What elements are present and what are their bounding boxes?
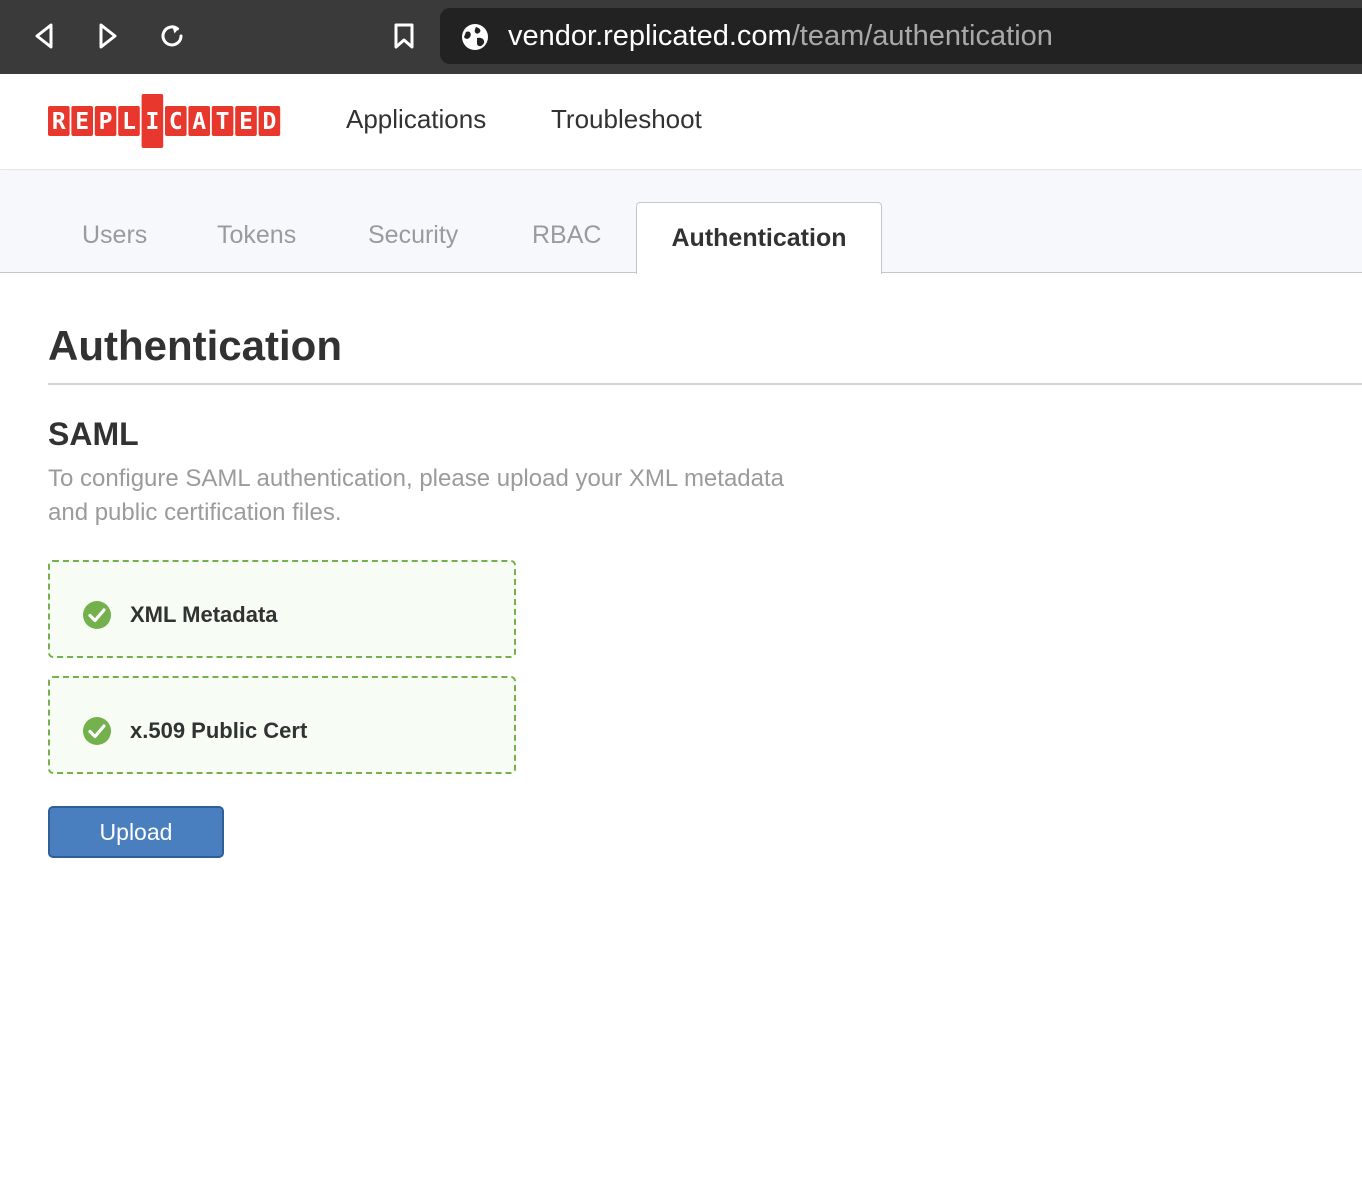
- team-tabs: Users Tokens Security RBAC Authenticatio…: [0, 171, 1362, 274]
- section-description-line: and public certification files.: [48, 499, 342, 526]
- logo-letter: C: [169, 109, 183, 135]
- address-bar[interactable]: vendor.replicated.com/team/authenticatio…: [440, 8, 1362, 64]
- app-header: REPLICATED Applications Troubleshoot: [0, 74, 1362, 170]
- url-host: vendor.replicated.com: [508, 20, 792, 52]
- tab-security[interactable]: Security: [368, 221, 458, 250]
- page-title: Authentication: [48, 322, 342, 369]
- section-description-line: To configure SAML authentication, please…: [48, 465, 785, 492]
- logo-letter: E: [75, 109, 89, 135]
- check-circle-icon: [83, 717, 111, 745]
- nav-applications[interactable]: Applications: [346, 104, 486, 135]
- tab-users[interactable]: Users: [82, 221, 147, 250]
- xml-metadata-dropzone[interactable]: XML Metadata: [48, 560, 516, 658]
- logo-letter: R: [52, 109, 66, 135]
- logo-letter: P: [99, 109, 113, 135]
- forward-icon[interactable]: [88, 16, 128, 56]
- logo-letter: D: [262, 109, 276, 135]
- public-cert-dropzone[interactable]: x.509 Public Cert: [48, 676, 516, 774]
- title-divider: [48, 383, 1362, 385]
- upload-button[interactable]: Upload: [48, 806, 224, 858]
- bookmark-icon[interactable]: [384, 16, 424, 56]
- file-label: XML Metadata: [130, 602, 278, 627]
- logo-letter: L: [122, 109, 136, 135]
- logo-letter: A: [192, 109, 206, 135]
- logo-graphic: REPLICATED: [48, 94, 281, 148]
- section-description: To configure SAML authentication, please…: [48, 462, 868, 530]
- file-label: x.509 Public Cert: [130, 718, 308, 743]
- nav-troubleshoot[interactable]: Troubleshoot: [551, 104, 702, 135]
- logo-letter: E: [239, 109, 253, 135]
- url-text: vendor.replicated.com/team/authenticatio…: [508, 19, 1053, 53]
- url-path: /team/authentication: [791, 20, 1053, 52]
- section-title: SAML: [48, 416, 139, 452]
- back-icon[interactable]: [24, 16, 64, 56]
- reload-icon[interactable]: [152, 16, 192, 56]
- globe-icon: [462, 24, 488, 50]
- tab-rbac[interactable]: RBAC: [532, 221, 601, 250]
- browser-toolbar: vendor.replicated.com/team/authenticatio…: [0, 0, 1362, 74]
- logo-letter: T: [216, 109, 230, 135]
- logo-letter: I: [145, 109, 159, 135]
- replicated-logo[interactable]: REPLICATED: [48, 94, 282, 148]
- tab-tokens[interactable]: Tokens: [217, 221, 296, 250]
- tab-authentication[interactable]: Authentication: [636, 202, 882, 274]
- check-circle-icon: [83, 601, 111, 629]
